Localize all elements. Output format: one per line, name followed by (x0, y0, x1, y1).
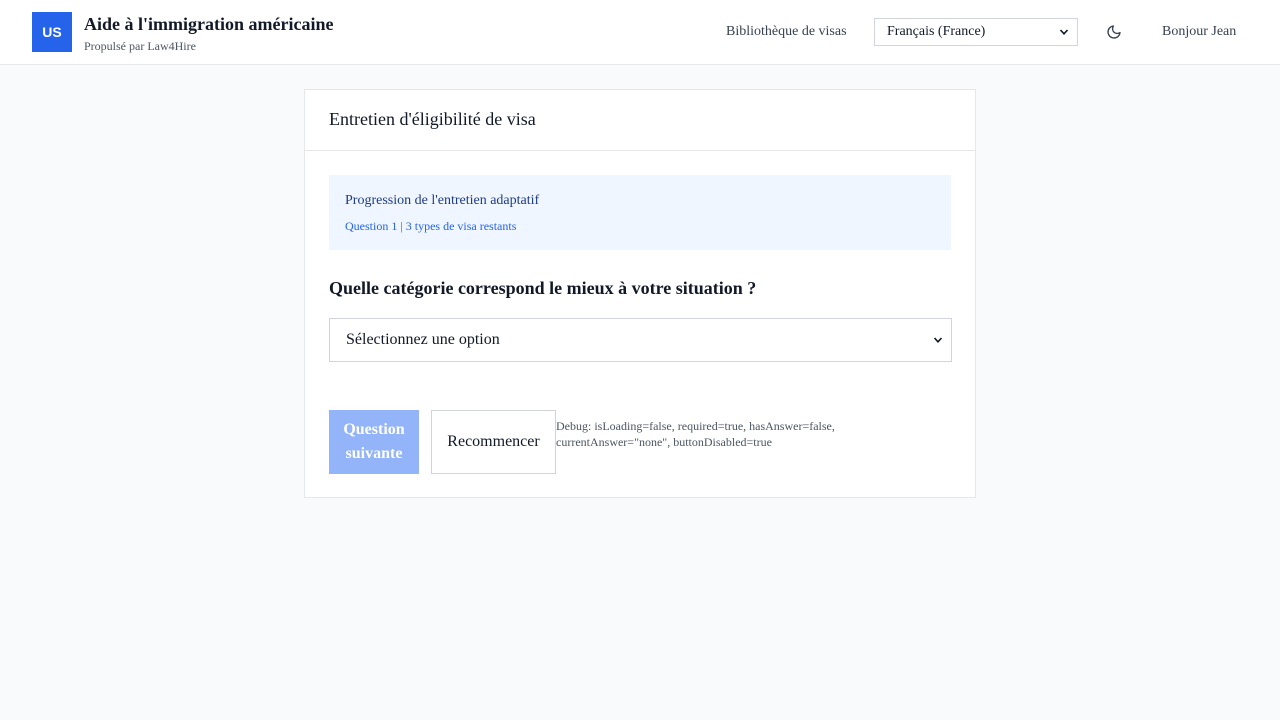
language-select-value: Français (France) (887, 24, 986, 39)
moon-icon (1107, 25, 1121, 39)
us-logo[interactable]: US (32, 12, 72, 52)
theme-toggle-button[interactable] (1104, 22, 1124, 42)
progress-status: Question 1 | 3 types de visa restants (345, 219, 517, 233)
visa-library-link[interactable]: Bibliothèque de visas (726, 24, 847, 40)
answer-select[interactable]: Sélectionnez une option (329, 318, 952, 362)
user-greeting[interactable]: Bonjour Jean (1162, 24, 1236, 40)
debug-text: Debug: isLoading=false, required=true, h… (556, 419, 835, 449)
progress-panel: Progression de l'entretien adaptatif Que… (329, 175, 951, 250)
chevron-down-icon (1059, 29, 1069, 35)
app-subtitle: Propulsé par Law4Hire (84, 39, 196, 53)
restart-button[interactable]: Recommencer (431, 410, 556, 474)
app-title: Aide à l'immigration américaine (84, 14, 334, 34)
card-header: Entretien d'éligibilité de visa (305, 90, 975, 151)
answer-select-placeholder: Sélectionnez une option (346, 331, 500, 348)
progress-title: Progression de l'entretien adaptatif (345, 193, 540, 208)
card-title: Entretien d'éligibilité de visa (329, 109, 536, 129)
top-header: US Aide à l'immigration américaine Propu… (0, 0, 1280, 65)
next-question-button[interactable]: Question suivante (329, 410, 419, 474)
question-text: Quelle catégorie correspond le mieux à v… (329, 278, 757, 298)
interview-card: Entretien d'éligibilité de visa Progress… (304, 89, 976, 498)
chevron-down-icon (933, 337, 943, 343)
language-select[interactable]: Français (France) (874, 18, 1078, 46)
